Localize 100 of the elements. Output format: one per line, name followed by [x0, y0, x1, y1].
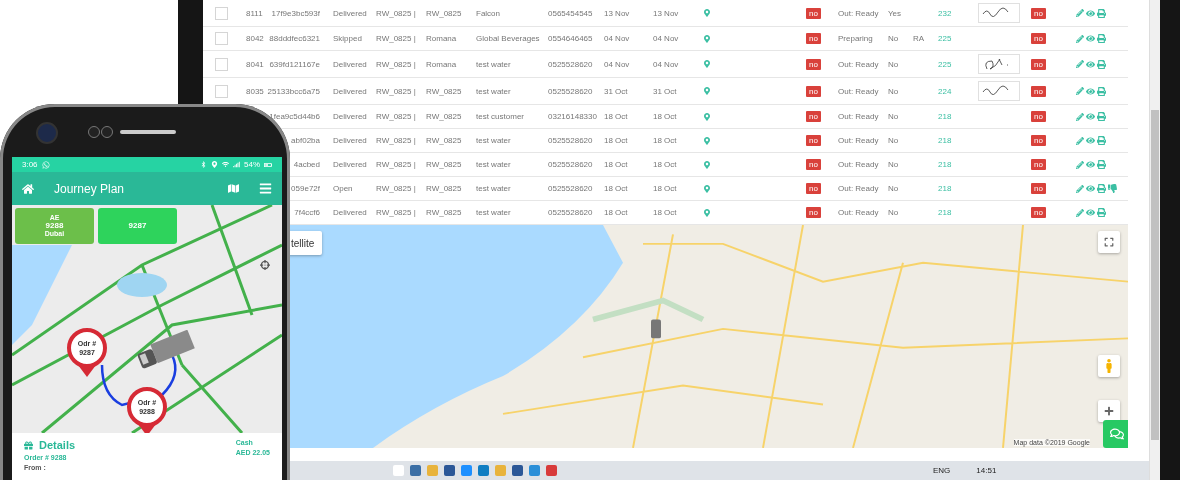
edit-icon[interactable] — [1076, 184, 1084, 193]
edit-icon[interactable] — [1076, 60, 1084, 68]
count-link[interactable]: 218 — [938, 208, 952, 217]
paid-text: No — [888, 208, 899, 217]
count-link[interactable]: 218 — [938, 136, 952, 145]
print-icon[interactable] — [1097, 160, 1106, 169]
row-checkbox[interactable] — [215, 84, 228, 98]
thumbs-down-icon[interactable] — [1108, 184, 1117, 193]
order-tile[interactable]: 9287 — [98, 208, 177, 244]
phone-text: 0525528620 — [548, 86, 593, 96]
edit-icon[interactable] — [1076, 112, 1084, 121]
taskbar-icon[interactable] — [410, 465, 421, 477]
view-icon[interactable] — [1086, 136, 1095, 145]
status-text: Delivered — [333, 8, 367, 18]
status-text: Delivered — [333, 208, 367, 217]
location-pin-icon[interactable] — [703, 34, 711, 43]
paid-text: No — [888, 184, 899, 193]
print-icon[interactable] — [1097, 112, 1106, 121]
paid-text: No — [888, 136, 899, 145]
view-icon[interactable] — [1086, 160, 1095, 169]
taskbar-icon[interactable] — [444, 465, 455, 477]
paid-text: No — [888, 160, 899, 169]
clock-text: 14:51 — [976, 466, 997, 476]
order-id: abf02ba — [291, 136, 320, 145]
taskbar-icon[interactable] — [461, 465, 472, 477]
state-text: Out: Ready — [838, 184, 879, 193]
row-checkbox[interactable] — [215, 57, 228, 71]
row-checkbox[interactable] — [215, 6, 228, 20]
edit-icon[interactable] — [1076, 136, 1084, 145]
location-pin-icon[interactable] — [703, 9, 711, 17]
print-icon[interactable] — [1097, 208, 1106, 217]
fullscreen-button[interactable] — [1098, 231, 1120, 253]
print-icon[interactable] — [1097, 34, 1106, 43]
view-icon[interactable] — [1086, 184, 1095, 193]
count-link[interactable]: 218 — [938, 160, 952, 169]
status-text: Delivered — [333, 136, 367, 145]
view-icon[interactable] — [1086, 34, 1095, 43]
count-link[interactable]: 232 — [938, 8, 952, 18]
count-link[interactable]: 224 — [938, 86, 952, 96]
phone-text: 0525528620 — [548, 160, 593, 169]
view-icon[interactable] — [1086, 59, 1095, 69]
route-text: RW_0825 | — [376, 184, 416, 193]
count-link[interactable]: 218 — [938, 112, 952, 121]
customer-text: Global Beverages — [476, 34, 540, 43]
print-icon[interactable] — [1097, 8, 1106, 18]
view-icon[interactable] — [1086, 112, 1095, 121]
row-checkbox[interactable] — [215, 32, 228, 45]
edit-icon[interactable] — [1076, 87, 1084, 95]
customer-text: test water — [476, 208, 511, 217]
location-pin-icon[interactable] — [703, 87, 711, 95]
zoom-in-button[interactable] — [1098, 400, 1120, 422]
location-pin-icon[interactable] — [703, 112, 711, 121]
date-text: 04 Nov — [653, 34, 679, 43]
edit-icon[interactable] — [1076, 9, 1084, 17]
location-pin-icon[interactable] — [703, 60, 711, 68]
location-pin-icon[interactable] — [703, 184, 711, 193]
location-pin-icon[interactable] — [703, 160, 711, 169]
count-link[interactable]: 225 — [938, 59, 952, 69]
order-id: 059e72f — [291, 184, 320, 193]
status-text: Delivered — [333, 112, 367, 121]
driver-text: RW_0825 — [426, 8, 462, 18]
edit-icon[interactable] — [1076, 208, 1084, 217]
scrollbar-thumb[interactable] — [1151, 110, 1159, 440]
view-icon[interactable] — [1086, 8, 1095, 18]
print-icon[interactable] — [1097, 59, 1106, 69]
locate-icon[interactable] — [260, 260, 270, 270]
print-icon[interactable] — [1097, 136, 1106, 145]
extra-text: RA — [913, 34, 925, 43]
language-indicator[interactable]: ENG — [933, 466, 951, 476]
date-text: 18 Oct — [653, 208, 677, 217]
home-icon[interactable] — [22, 182, 34, 195]
count-link[interactable]: 225 — [938, 34, 952, 43]
route-text: RW_0825 | — [376, 136, 416, 145]
view-icon[interactable] — [1086, 86, 1095, 96]
customer-text: test water — [476, 59, 511, 69]
route-text: RW_0825 | — [376, 112, 416, 121]
edit-icon[interactable] — [1076, 160, 1084, 169]
location-pin-icon[interactable] — [703, 136, 711, 145]
date-text: 18 Oct — [653, 160, 677, 169]
edit-icon[interactable] — [1076, 34, 1084, 43]
taskbar-icon[interactable] — [478, 465, 489, 477]
view-icon[interactable] — [1086, 208, 1095, 217]
map-icon[interactable] — [228, 183, 239, 194]
order-number: 8035 — [246, 86, 264, 96]
count-link[interactable]: 218 — [938, 184, 952, 193]
state-text: Out: Ready — [838, 208, 879, 217]
street-view-button[interactable] — [1098, 355, 1120, 377]
satellite-button[interactable]: tellite — [288, 231, 323, 255]
flag-badge: no — [806, 207, 821, 218]
taskbar-icon[interactable] — [546, 465, 557, 477]
flag-badge: no — [1031, 207, 1046, 218]
print-icon[interactable] — [1097, 86, 1106, 96]
taskbar-icon[interactable] — [512, 465, 523, 477]
flag-badge: no — [806, 85, 821, 97]
location-pin-icon[interactable] — [703, 208, 711, 217]
customer-text: Falcon — [476, 8, 500, 18]
menu-icon[interactable] — [259, 182, 272, 195]
print-icon[interactable] — [1097, 184, 1106, 193]
taskbar-icon[interactable] — [529, 465, 540, 477]
route-text: RW_0825 | — [376, 8, 416, 18]
